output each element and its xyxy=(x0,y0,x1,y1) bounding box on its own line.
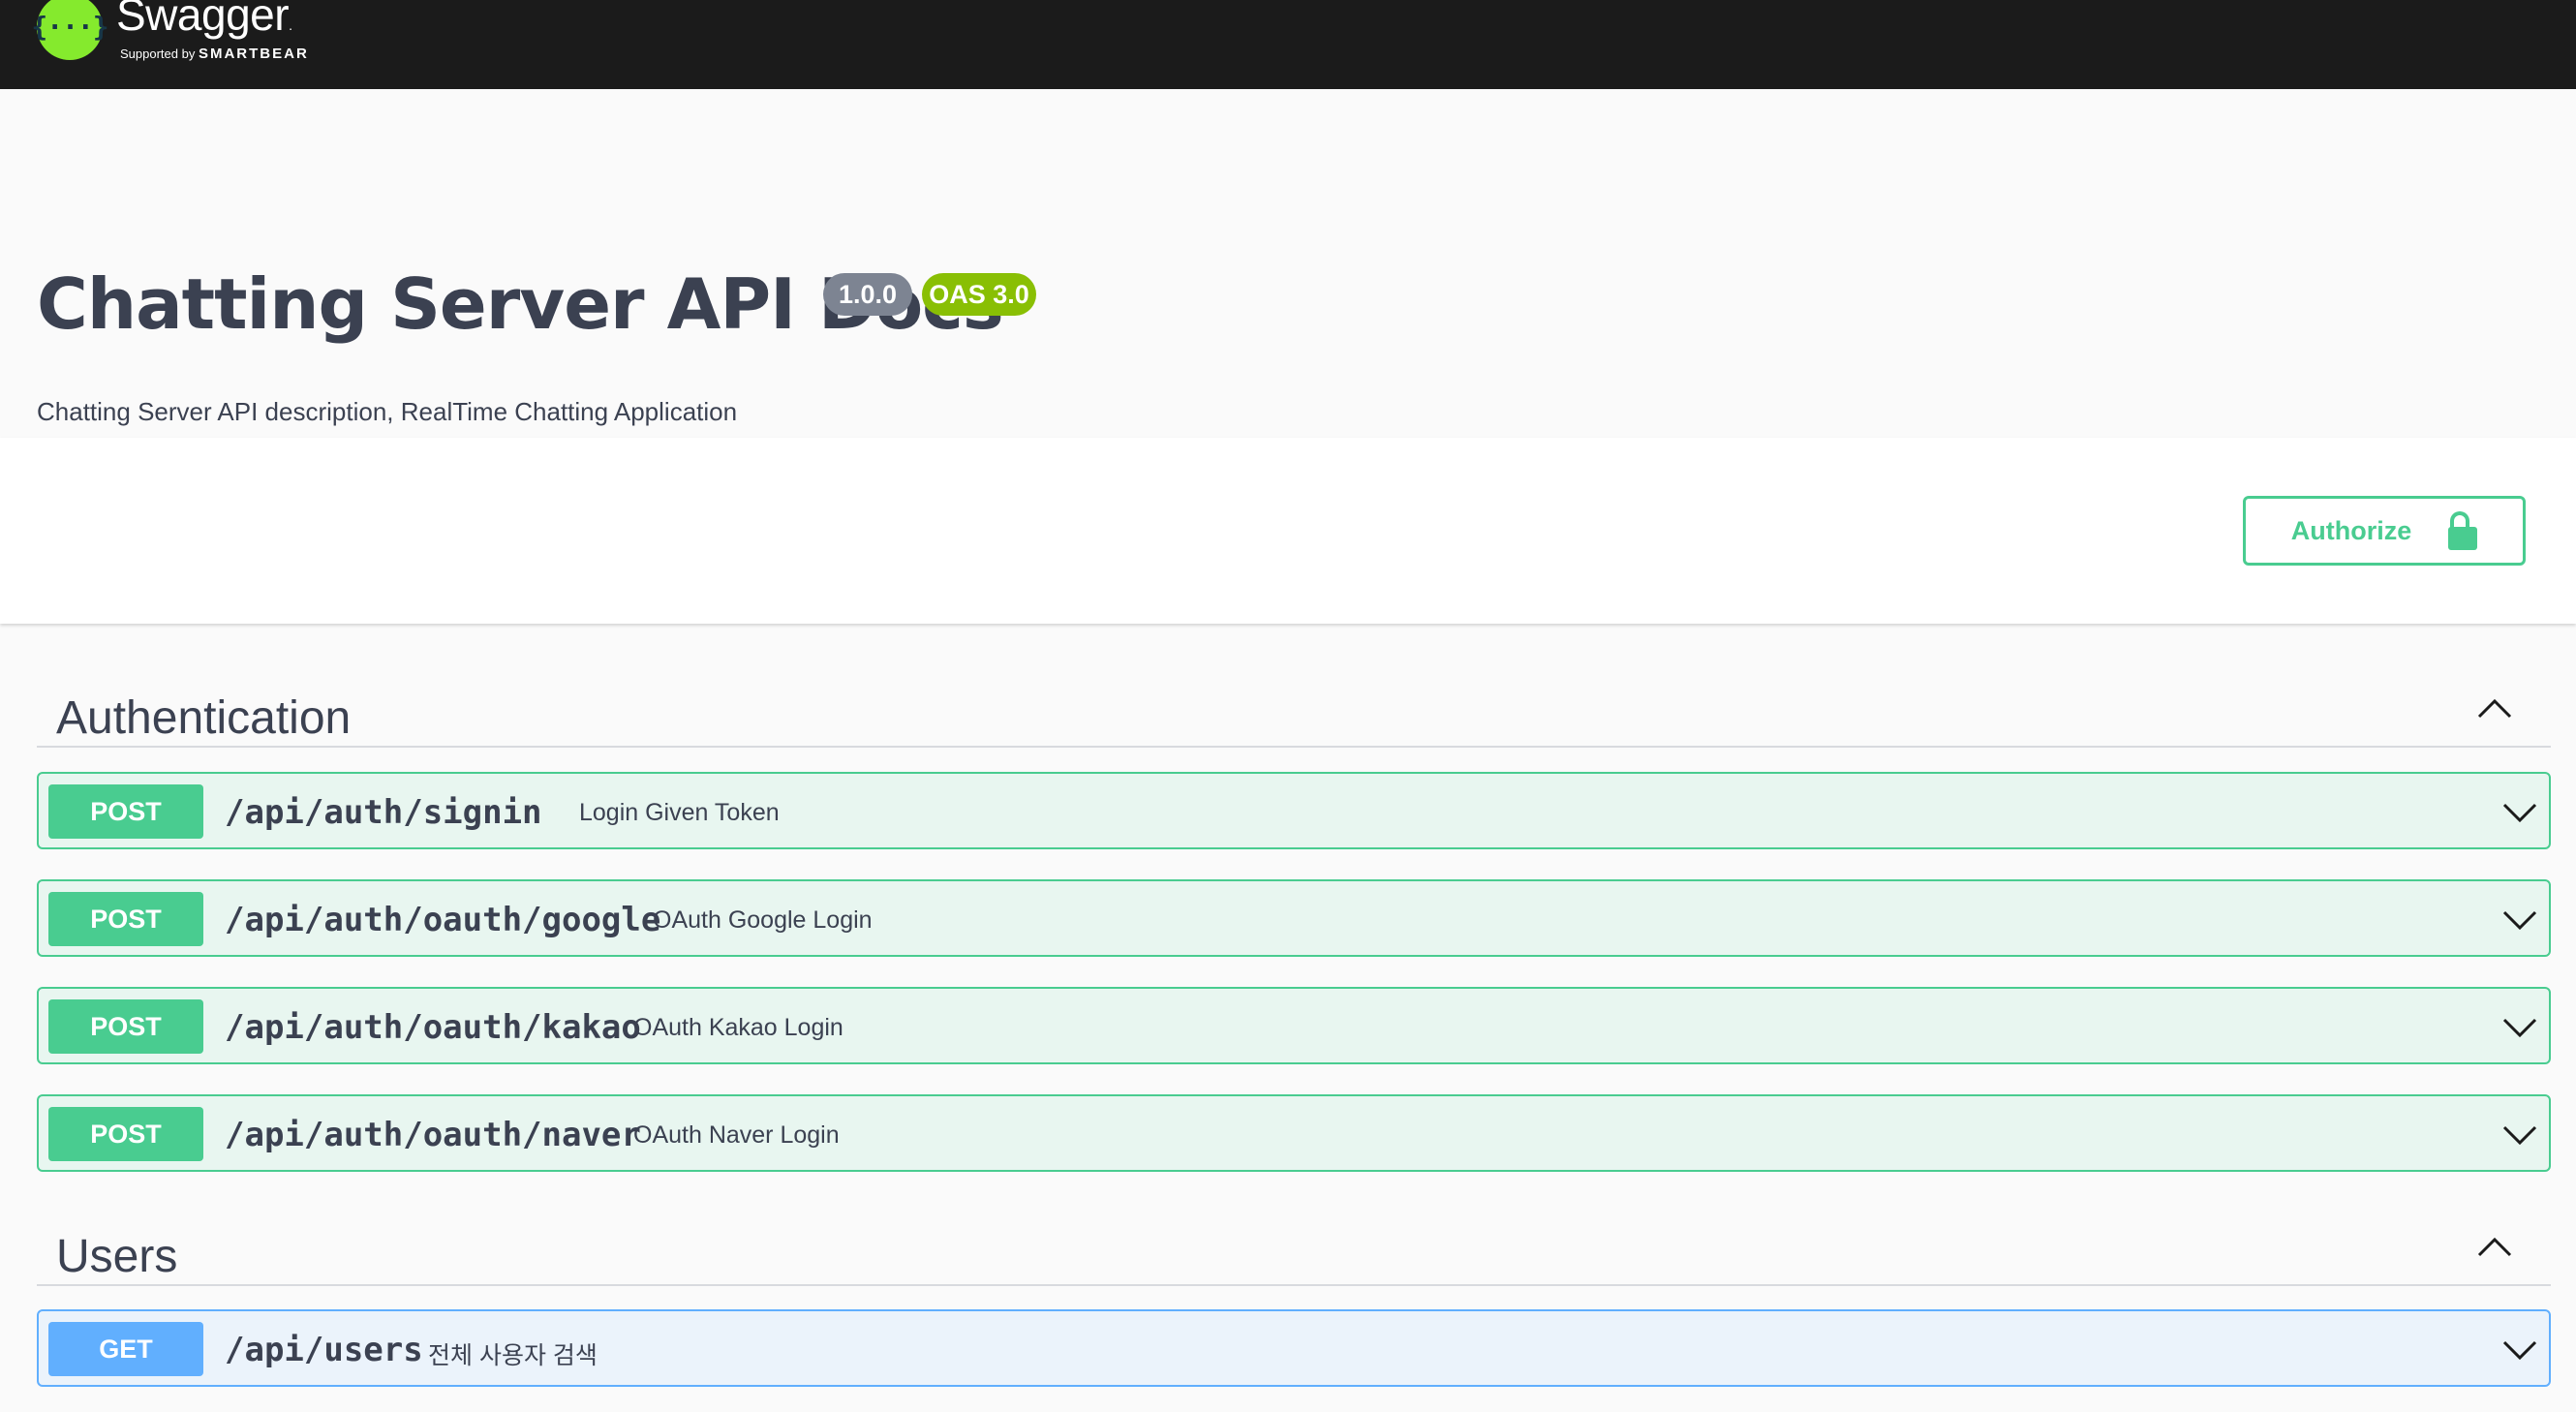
method-badge: GET xyxy=(48,1322,203,1376)
logo-subtitle: Supported by SMARTBEAR xyxy=(120,46,309,61)
api-description: Chatting Server API description, RealTim… xyxy=(37,397,738,426)
chevron-down-icon[interactable] xyxy=(2500,1010,2539,1043)
operation-path: /api/users xyxy=(225,1331,423,1369)
chevron-down-icon[interactable] xyxy=(2500,795,2539,828)
method-badge: POST xyxy=(48,784,203,839)
method-badge: POST xyxy=(48,999,203,1054)
authorize-button[interactable]: Authorize xyxy=(2243,496,2526,566)
logo-sub-brand: SMARTBEAR xyxy=(198,46,309,62)
section-header-users[interactable]: Users xyxy=(37,1209,2551,1286)
authorize-label: Authorize xyxy=(2290,515,2412,545)
operation-summary: OAuth Kakao Login xyxy=(633,1014,843,1041)
operation-summary: 전체 사용자 검색 xyxy=(428,1342,598,1369)
logo-sub-prefix: Supported by xyxy=(120,46,196,61)
chevron-down-icon[interactable] xyxy=(2500,903,2539,936)
section-title: Users xyxy=(56,1231,178,1282)
top-bar: {···} Swagger. Supported by SMARTBEAR xyxy=(0,0,2576,89)
logo-name-text: Swagger xyxy=(116,0,290,40)
swagger-logo-icon: {···} xyxy=(31,0,109,60)
swagger-logo[interactable]: {···} Swagger. Supported by SMARTBEAR xyxy=(31,0,309,61)
logo-name: Swagger. xyxy=(116,0,309,37)
scheme-container: Authorize xyxy=(0,438,2576,624)
operation-path: /api/auth/oauth/naver xyxy=(225,1116,641,1154)
operation-row[interactable]: POST /api/auth/oauth/naver OAuth Naver L… xyxy=(37,1094,2551,1172)
operation-summary: Login Given Token xyxy=(579,799,780,826)
version-badge: 1.0.0 xyxy=(823,273,912,316)
chevron-down-icon[interactable] xyxy=(2500,1333,2539,1366)
method-badge: POST xyxy=(48,1107,203,1161)
section-title: Authentication xyxy=(56,692,352,744)
operation-row[interactable]: POST /api/auth/signin Login Given Token xyxy=(37,772,2551,849)
operation-row[interactable]: POST /api/auth/oauth/google OAuth Google… xyxy=(37,879,2551,957)
operation-path: /api/auth/oauth/kakao xyxy=(225,1008,641,1047)
info-section: Chatting Server API Docs 1.0.0 OAS 3.0 C… xyxy=(0,89,2576,438)
chevron-up-icon[interactable] xyxy=(2475,1232,2514,1261)
logo-tm: . xyxy=(289,17,292,33)
lock-icon xyxy=(2448,511,2478,550)
operation-summary: OAuth Google Login xyxy=(653,906,873,934)
operation-summary: OAuth Naver Login xyxy=(633,1121,840,1149)
operation-row[interactable]: GET /api/users 전체 사용자 검색 xyxy=(37,1309,2551,1387)
operation-path: /api/auth/oauth/google xyxy=(225,901,661,939)
oas-badge: OAS 3.0 xyxy=(922,273,1036,316)
logo-text: Swagger. Supported by SMARTBEAR xyxy=(116,0,309,61)
operation-path: /api/auth/signin xyxy=(225,793,542,832)
chevron-up-icon[interactable] xyxy=(2475,693,2514,722)
section-header-authentication[interactable]: Authentication xyxy=(37,670,2551,748)
operation-row[interactable]: POST /api/auth/oauth/kakao OAuth Kakao L… xyxy=(37,987,2551,1064)
method-badge: POST xyxy=(48,892,203,946)
chevron-down-icon[interactable] xyxy=(2500,1118,2539,1151)
